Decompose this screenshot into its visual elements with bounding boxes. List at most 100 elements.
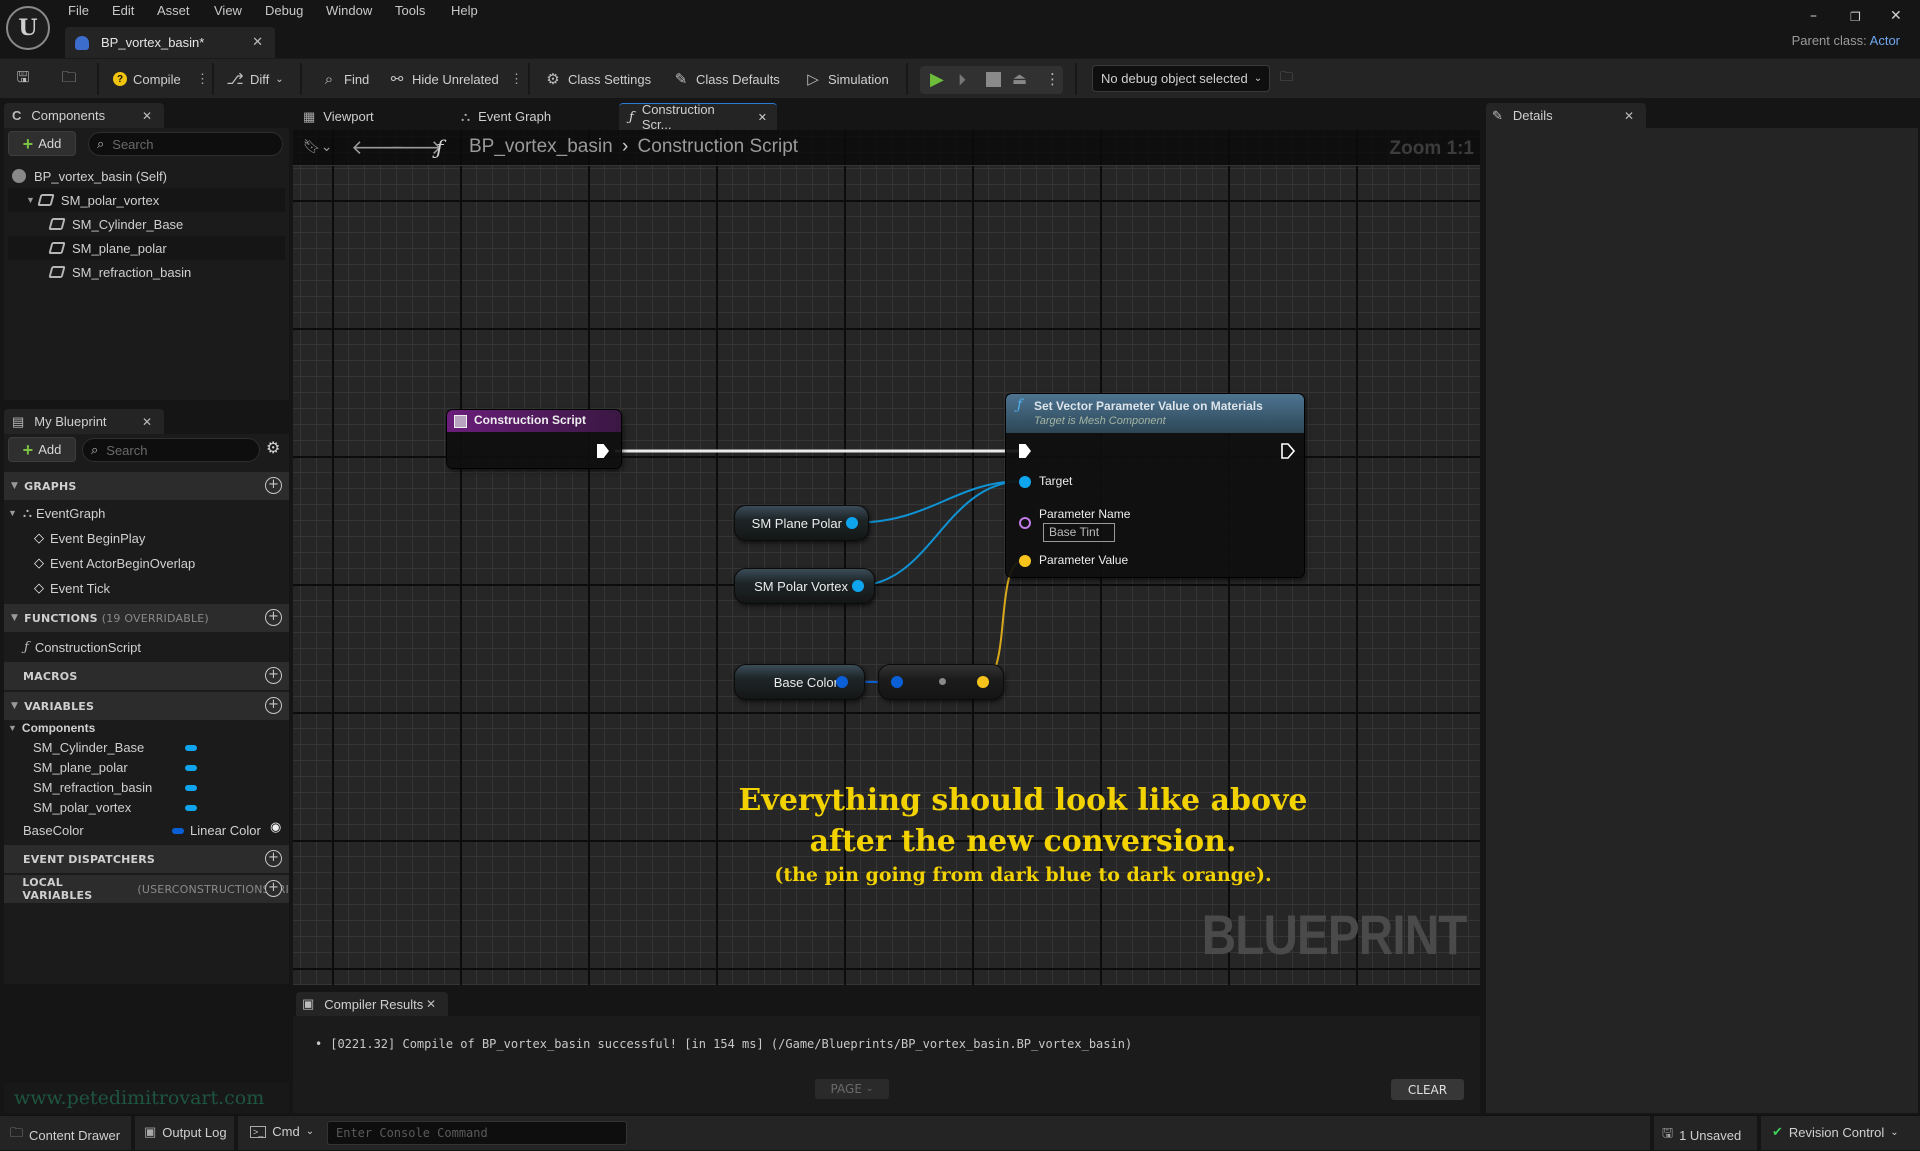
add-graph-icon[interactable]: + <box>265 477 282 494</box>
debug-object-select[interactable]: No debug object selected ⌄ <box>1092 65 1270 92</box>
section-variables[interactable]: ▼ VARIABLES + <box>4 692 289 720</box>
event-item-actorbeginoverlap[interactable]: ◇ Event ActorBeginOverlap <box>34 553 195 573</box>
clear-button[interactable]: CLEAR <box>1391 1079 1464 1100</box>
add-local-variable-icon[interactable]: + <box>265 880 282 897</box>
tab-construction-script[interactable]: ƒ Construction Scr... ✕ <box>619 102 777 132</box>
output-log-button[interactable]: ▣ Output Log <box>144 1124 227 1140</box>
close-my-blueprint-icon[interactable]: ✕ <box>142 415 152 429</box>
add-component-button[interactable]: + Add <box>8 131 76 156</box>
compile-options-icon[interactable]: ⋮ <box>196 67 209 91</box>
component-item-sm-cylinder-base[interactable]: SM_Cylinder_Base <box>8 212 285 236</box>
add-macro-icon[interactable]: + <box>265 667 282 684</box>
more-options-icon[interactable]: ⋮ <box>510 67 523 91</box>
exec-out-pin[interactable] <box>1281 443 1295 459</box>
variable-item[interactable]: SM_refraction_basin <box>33 777 152 797</box>
add-member-button[interactable]: + Add <box>8 437 76 462</box>
variable-item[interactable]: SM_polar_vortex <box>33 797 131 817</box>
menu-help[interactable]: Help <box>451 3 478 18</box>
close-details-icon[interactable]: ✕ <box>1624 109 1634 123</box>
forward-arrow-icon[interactable]: 🡒 <box>389 135 443 159</box>
debug-browse-icon[interactable]: 🗀 <box>1280 67 1293 91</box>
components-tab[interactable]: C Components ✕ <box>4 103 164 128</box>
menu-view[interactable]: View <box>214 3 242 18</box>
unsaved-button[interactable]: 🖫 1 Unsaved <box>1662 1124 1741 1146</box>
variable-item[interactable]: SM_Cylinder_Base <box>33 737 144 757</box>
component-item-sm-plane-polar[interactable]: SM_plane_polar <box>8 236 285 260</box>
vector-out-pin[interactable] <box>977 676 989 688</box>
diff-button[interactable]: ⎇ Diff ⌄ <box>226 67 283 91</box>
var-node-sm-polar-vortex[interactable]: SM Polar Vortex <box>734 568 875 604</box>
variable-item[interactable]: SM_plane_polar <box>33 757 128 777</box>
menu-window[interactable]: Window <box>326 3 372 18</box>
construction-script-node[interactable]: Construction Script <box>447 410 621 468</box>
save-button[interactable]: 🖫 <box>14 67 32 91</box>
menu-edit[interactable]: Edit <box>112 3 134 18</box>
linear-color-out-pin[interactable] <box>836 676 848 688</box>
content-drawer-button[interactable]: 🗀 Content Drawer <box>10 1124 120 1146</box>
browse-button[interactable]: 🗀 <box>60 67 78 91</box>
exec-out-pin[interactable] <box>597 444 609 458</box>
console-command-input[interactable]: Enter Console Command <box>327 1121 627 1145</box>
class-defaults-button[interactable]: ✎ Class Defaults <box>672 67 780 91</box>
target-pin[interactable] <box>1019 476 1031 488</box>
component-item-self[interactable]: BP_vortex_basin (Self) <box>8 164 285 188</box>
settings-gear-icon[interactable]: ⚙ <box>266 438 280 457</box>
var-node-sm-plane-polar[interactable]: SM Plane Polar <box>734 505 869 541</box>
parameter-name-input[interactable]: Base Tint <box>1043 523 1115 542</box>
find-button[interactable]: ⌕ Find <box>320 67 370 91</box>
graph-canvas[interactable]: Construction Script ƒ Set Vector Paramet… <box>293 130 1480 985</box>
function-item-constructionscript[interactable]: ƒ ConstructionScript <box>24 637 141 657</box>
my-blueprint-search-input[interactable]: ⌕ Search <box>82 438 260 462</box>
compiler-results-tab[interactable]: ▣ Compiler Results ✕ <box>296 992 448 1016</box>
unreal-logo-icon[interactable]: U <box>6 6 50 50</box>
parameter-value-pin[interactable] <box>1019 555 1031 567</box>
parent-class-link[interactable]: Actor <box>1870 33 1900 48</box>
menu-tools[interactable]: Tools <box>395 3 425 18</box>
stop-icon[interactable] <box>986 72 1001 87</box>
document-tab[interactable]: BP_vortex_basin* ✕ <box>65 27 275 58</box>
visibility-eye-icon[interactable]: ◉ <box>270 820 281 835</box>
set-vector-parameter-node[interactable]: ƒ Set Vector Parameter Value on Material… <box>1006 394 1304 577</box>
expand-arrow-icon[interactable]: ▼ <box>26 195 35 205</box>
close-components-icon[interactable]: ✕ <box>142 109 152 123</box>
object-out-pin[interactable] <box>852 580 864 592</box>
cmd-dropdown[interactable]: >_ Cmd ⌄ <box>250 1124 314 1139</box>
linear-color-in-pin[interactable] <box>891 676 903 688</box>
var-node-base-color[interactable]: Base Color <box>734 664 865 700</box>
section-functions[interactable]: ▼ FUNCTIONS (19 OVERRIDABLE) + <box>4 604 289 632</box>
minimize-icon[interactable]: – <box>1810 8 1817 24</box>
parameter-name-pin[interactable] <box>1019 517 1031 529</box>
exec-in-pin[interactable] <box>1019 444 1031 458</box>
close-tab-icon[interactable]: ✕ <box>252 35 263 50</box>
menu-asset[interactable]: Asset <box>157 3 190 18</box>
hide-unrelated-button[interactable]: ⚯ Hide Unrelated <box>388 67 499 91</box>
play-icon[interactable]: ▶ <box>930 69 944 90</box>
breadcrumb-item[interactable]: BP_vortex_basin <box>469 136 613 157</box>
menu-file[interactable]: File <box>68 3 89 18</box>
components-search-input[interactable]: ⌕ Search <box>88 132 283 156</box>
simulation-button[interactable]: ▷ Simulation <box>804 67 888 91</box>
my-blueprint-tab[interactable]: ▤ My Blueprint ✕ <box>4 409 164 434</box>
close-tab-icon[interactable]: ✕ <box>758 111 767 124</box>
variable-type-label[interactable]: Linear Color <box>190 820 261 840</box>
component-item-sm-polar-vortex[interactable]: ▼ SM_polar_vortex <box>8 188 285 212</box>
add-variable-icon[interactable]: + <box>265 697 282 714</box>
page-dropdown[interactable]: PAGE ⌄ <box>815 1079 889 1099</box>
details-tab[interactable]: ✎ Details ✕ <box>1486 103 1646 128</box>
tab-event-graph[interactable]: ⛬ Event Graph <box>461 103 551 130</box>
section-macros[interactable]: MACROS + <box>4 662 289 690</box>
eject-icon[interactable]: ⏏ <box>1012 69 1027 88</box>
breadcrumb-item[interactable]: Construction Script <box>638 136 799 157</box>
component-item-sm-refraction-basin[interactable]: SM_refraction_basin <box>8 260 285 284</box>
event-item-beginplay[interactable]: ◇ Event BeginPlay <box>34 528 145 548</box>
section-event-dispatchers[interactable]: EVENT DISPATCHERS + <box>4 845 289 873</box>
restore-icon[interactable]: ❐ <box>1850 10 1861 24</box>
menu-debug[interactable]: Debug <box>265 3 303 18</box>
object-out-pin[interactable] <box>846 517 858 529</box>
graph-item-eventgraph[interactable]: ▼ ⛬ EventGraph <box>8 503 105 523</box>
tab-viewport[interactable]: ▦ Viewport <box>303 103 374 130</box>
compile-button[interactable]: ? Compile <box>113 67 181 91</box>
add-dispatcher-icon[interactable]: + <box>265 850 282 867</box>
variable-category-components[interactable]: ▼ Components <box>8 718 95 738</box>
section-local-variables[interactable]: LOCAL VARIABLES (USERCONSTRUCTIONSCRI + <box>4 875 289 903</box>
